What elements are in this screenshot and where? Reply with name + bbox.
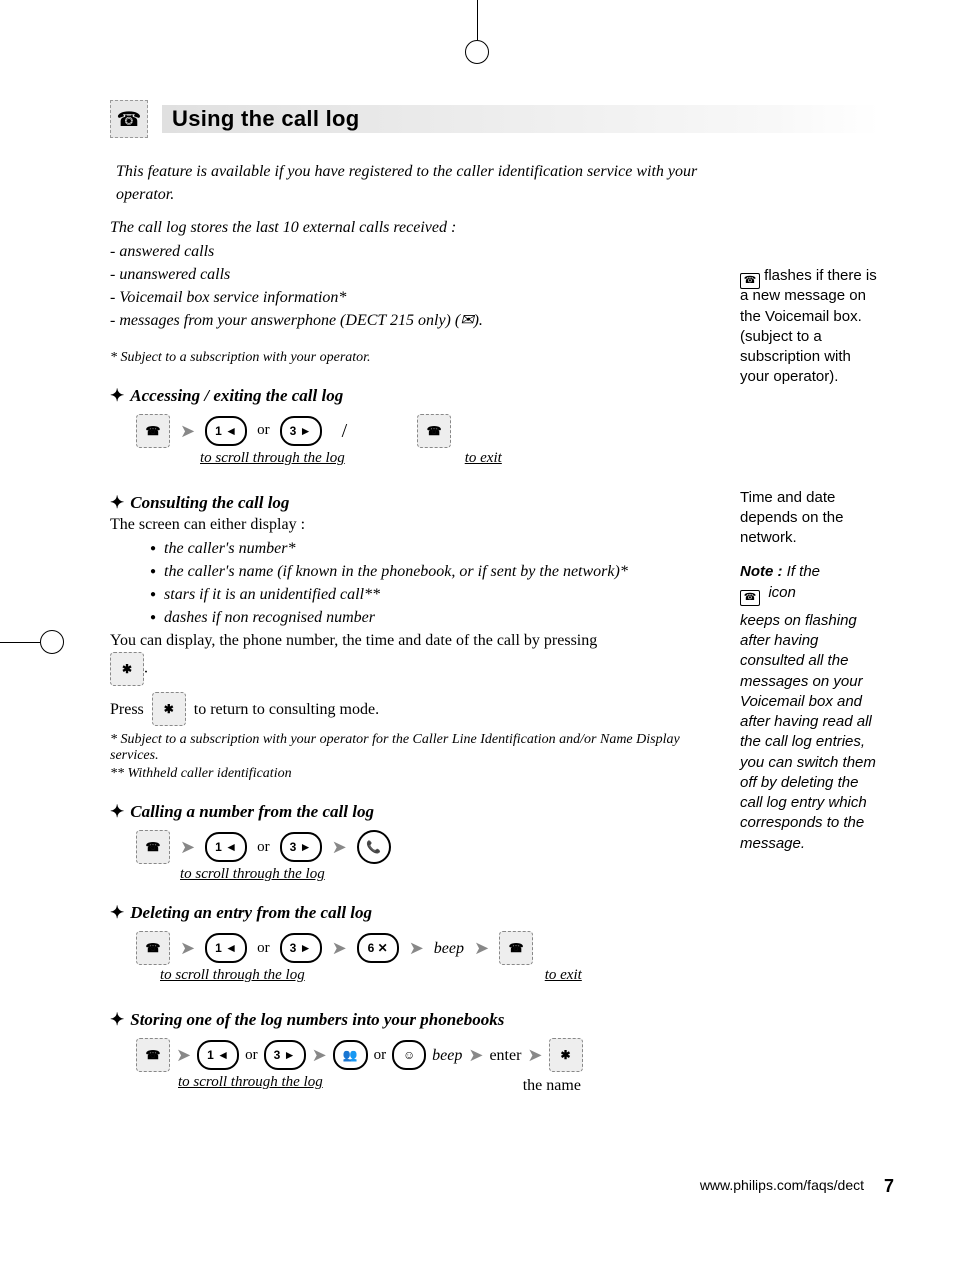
bullet-1: the caller's name (if known in the phone… <box>150 560 710 583</box>
key-3-right: 3 ► <box>264 1040 306 1070</box>
caption-scroll: to scroll through the log <box>200 450 345 467</box>
diamond-icon: ✦ <box>110 493 124 513</box>
title-bar: ☎ Using the call log <box>110 100 880 138</box>
stores-line: The call log stores the last 10 external… <box>110 216 710 239</box>
arrow-icon: ➤ <box>180 837 195 858</box>
log-key-exit-icon: ☎ <box>499 931 533 965</box>
section-consulting: ✦Consulting the call log <box>110 493 710 513</box>
arrow-icon: ➤ <box>176 1045 191 1066</box>
star-key-icon: ✱ <box>110 652 144 686</box>
consult-foot-b: ** Withheld caller identification <box>110 766 710 782</box>
title-banner: Using the call log <box>162 105 880 133</box>
crop-mark-left <box>0 622 60 662</box>
bullet-0: the caller's number* <box>150 537 710 560</box>
arrow-icon: ➤ <box>332 837 347 858</box>
storing-keyline: ☎ ➤ 1 ◄ or 3 ► ➤ 👥 or ☺ beep ➤ enter ➤ ✱ <box>136 1038 710 1072</box>
caption-scroll: to scroll through the log <box>178 1074 323 1091</box>
arrow-icon: ➤ <box>312 1045 327 1066</box>
or-text: or <box>257 837 270 859</box>
star-key-icon: ✱ <box>152 692 186 726</box>
log-key-icon: ☎ <box>136 1038 170 1072</box>
smile-key-icon: ☺ <box>392 1040 426 1070</box>
crop-mark-top <box>457 0 497 60</box>
key-3-right: 3 ► <box>280 832 322 862</box>
voicemail-icon: ☎ <box>740 590 760 606</box>
voicemail-icon: ☎ <box>740 273 760 289</box>
key-1-left: 1 ◄ <box>205 832 247 862</box>
page-content: ☎ Using the call log This feature is ava… <box>110 100 880 1098</box>
phonebook-key-icon: 👥 <box>333 1040 368 1070</box>
intro-text: This feature is available if you have re… <box>116 160 710 206</box>
log-key-icon: ☎ <box>136 830 170 864</box>
dash-item-0: - answered calls <box>110 240 710 263</box>
consult-bullets: the caller's number* the caller's name (… <box>150 537 710 630</box>
log-key-exit-icon: ☎ <box>417 414 451 448</box>
bullet-3: dashes if non recognised number <box>150 606 710 629</box>
section-accessing: ✦Accessing / exiting the call log <box>110 386 710 406</box>
consult-line1: The screen can either display : <box>110 513 710 536</box>
section-deleting: ✦Deleting an entry from the call log <box>110 903 710 923</box>
slash-separator: / <box>342 420 348 443</box>
beep-text: beep <box>432 1044 462 1067</box>
call-key-icon: 📞 <box>357 830 391 864</box>
log-key-icon: ☎ <box>136 414 170 448</box>
note-label: Note : <box>740 563 783 580</box>
diamond-icon: ✦ <box>110 903 124 923</box>
arrow-icon: ➤ <box>180 421 195 442</box>
or-text: or <box>374 1045 387 1067</box>
sidebar-time-block: Time and date depends on the network. <box>740 488 880 549</box>
caption-name: the name <box>523 1074 581 1097</box>
key-3-right: 3 ► <box>280 933 322 963</box>
key-1-left: 1 ◄ <box>197 1040 239 1070</box>
consult-foot-a: * Subject to a subscription with your op… <box>110 732 710 764</box>
section-calling: ✦Calling a number from the call log <box>110 802 710 822</box>
or-text: or <box>245 1045 258 1067</box>
consult-press-row: Press ✱ to return to consulting mode. <box>110 692 710 726</box>
key-1-left: 1 ◄ <box>205 933 247 963</box>
dash-item-1: - unanswered calls <box>110 263 710 286</box>
section-storing: ✦Storing one of the log numbers into you… <box>110 1010 710 1030</box>
arrow-icon: ➤ <box>409 938 424 959</box>
key-6: 6 ✕ <box>357 933 399 963</box>
beep-text: beep <box>434 937 464 960</box>
dash-item-2: - Voicemail box service information* <box>110 286 710 309</box>
key-1-left: 1 ◄ <box>205 416 247 446</box>
arrow-icon: ➤ <box>468 1045 483 1066</box>
bullet-2: stars if it is an unidentified call** <box>150 583 710 606</box>
key-3-right: 3 ► <box>280 416 322 446</box>
footnote-subscription: * Subject to a subscription with your op… <box>110 350 710 366</box>
caption-scroll: to scroll through the log <box>180 866 710 883</box>
arrow-icon: ➤ <box>527 1045 542 1066</box>
sidebar-note-body: keeps on flashing after having consulted… <box>740 611 880 854</box>
caption-scroll: to scroll through the log <box>160 967 305 984</box>
diamond-icon: ✦ <box>110 802 124 822</box>
consult-line2: You can display, the phone number, the t… <box>110 629 710 652</box>
calling-keyline: ☎ ➤ 1 ◄ or 3 ► ➤ 📞 <box>136 830 710 864</box>
sidebar-note: Note : If the ☎ icon <box>740 562 880 603</box>
enter-text: enter <box>489 1044 521 1067</box>
sidebar-flash-block: ☎ flashes if there is a new message on t… <box>740 266 880 388</box>
sidebar: ☎ flashes if there is a new message on t… <box>740 156 880 854</box>
footer-url: www.philips.com/faqs/dect <box>700 1177 864 1193</box>
consult-star-key-row: ✱. <box>110 652 710 686</box>
diamond-icon: ✦ <box>110 386 124 406</box>
dash-item-3: - messages from your answerphone (DECT 2… <box>110 309 710 332</box>
page-title: Using the call log <box>172 106 360 132</box>
page-number: 7 <box>884 1176 894 1197</box>
log-key-icon: ☎ <box>136 931 170 965</box>
caption-exit: to exit <box>465 450 502 467</box>
caption-exit: to exit <box>545 967 582 984</box>
arrow-icon: ➤ <box>332 938 347 959</box>
arrow-icon: ➤ <box>180 938 195 959</box>
or-text: or <box>257 938 270 960</box>
or-text: or <box>257 420 270 442</box>
star-key-icon: ✱ <box>549 1038 583 1072</box>
call-log-icon: ☎ <box>110 100 148 138</box>
diamond-icon: ✦ <box>110 1010 124 1030</box>
main-column: This feature is available if you have re… <box>110 156 710 1098</box>
arrow-icon: ➤ <box>474 938 489 959</box>
access-captions: to scroll through the log to exit <box>200 448 710 473</box>
deleting-keyline: ☎ ➤ 1 ◄ or 3 ► ➤ 6 ✕ ➤ beep ➤ ☎ <box>136 931 710 965</box>
access-keyline: ☎ ➤ 1 ◄ or 3 ► / ☎ <box>136 414 710 448</box>
